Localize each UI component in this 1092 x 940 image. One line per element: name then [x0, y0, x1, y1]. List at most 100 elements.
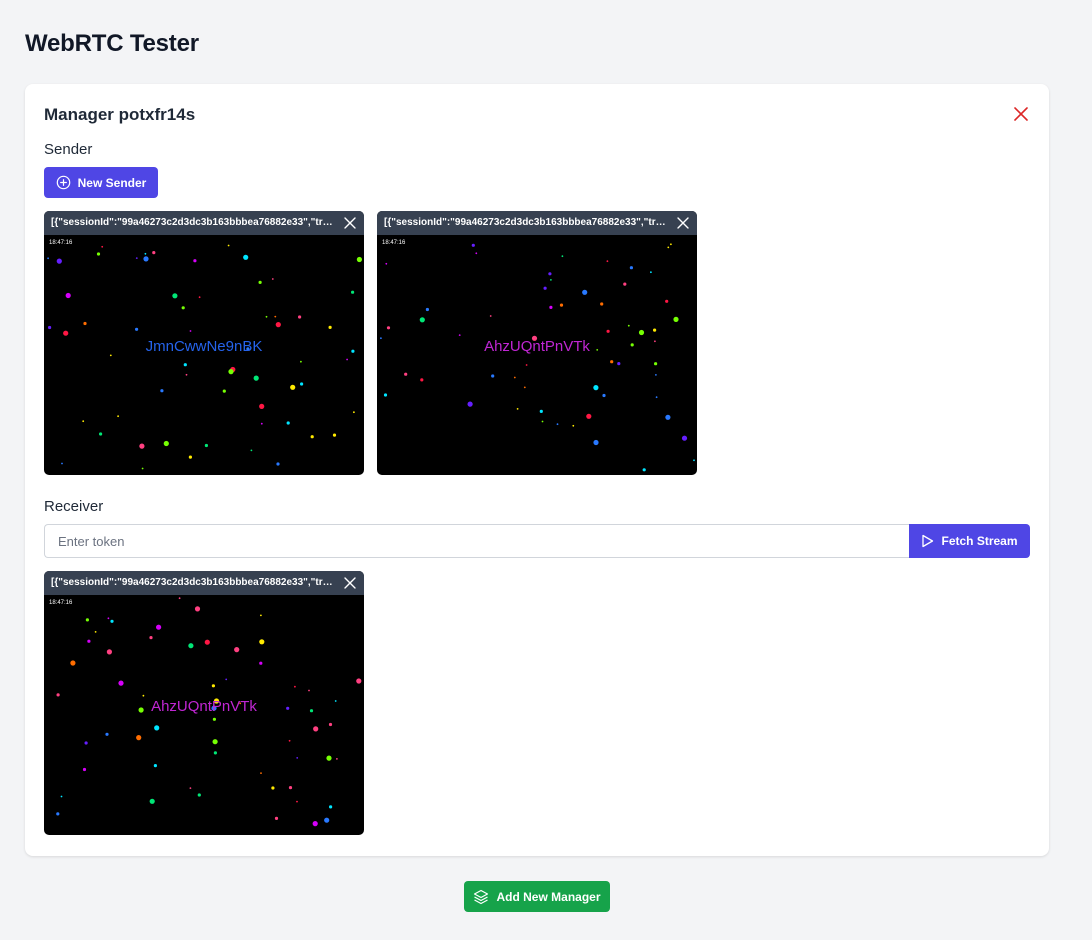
particle-dot [118, 680, 124, 686]
page-title: WebRTC Tester [25, 30, 199, 57]
particle-dot [665, 299, 669, 303]
particle-dot [693, 459, 695, 462]
particle-dot [681, 435, 688, 441]
fetch-stream-button[interactable]: Fetch Stream [909, 524, 1030, 558]
particle-dot [87, 639, 91, 643]
particle-dot [404, 372, 408, 376]
particle-dot [539, 409, 543, 413]
particle-dot [253, 375, 259, 381]
particle-dot [181, 306, 185, 310]
particle-dot [653, 328, 657, 332]
particle-dot [153, 764, 157, 768]
stream-header: [{"sessionId":"99a46273c2d3dc3b163bbbea7… [377, 211, 697, 235]
particle-dot [286, 421, 290, 425]
particle-dot [243, 254, 249, 260]
particle-dot [336, 758, 338, 760]
particle-dot [458, 334, 461, 336]
close-stream-icon[interactable] [344, 577, 356, 589]
particle-dot [61, 462, 63, 465]
add-new-manager-label: Add New Manager [496, 889, 601, 904]
video-frame [56, 597, 362, 827]
particle-dot [188, 455, 192, 459]
particle-dot [194, 606, 201, 612]
particle-dot [260, 614, 262, 617]
particle-dot [356, 678, 362, 684]
particle-dot [328, 722, 333, 727]
new-sender-button[interactable]: New Sender [44, 167, 158, 198]
stream-header: [{"sessionId":"99a46273c2d3dc3b163bbbea7… [44, 211, 364, 235]
particle-dot [83, 321, 87, 326]
particle-dot [673, 316, 679, 322]
add-new-manager-button[interactable]: Add New Manager [464, 881, 610, 912]
particle-dot [561, 255, 564, 258]
token-input[interactable] [44, 524, 909, 558]
particle-dot [56, 812, 60, 816]
particle-dot [550, 279, 552, 281]
particle-dot [260, 422, 263, 425]
particle-dot [60, 795, 63, 798]
particle-dot [198, 296, 201, 299]
close-stream-icon[interactable] [344, 217, 356, 229]
particle-dot [623, 282, 627, 286]
particle-dot [386, 326, 391, 330]
receiver-heading: Receiver [44, 498, 104, 515]
particle-dot [654, 362, 658, 366]
particle-dot [329, 805, 333, 809]
particle-dot [172, 293, 178, 299]
particle-dot [135, 327, 139, 331]
particle-dot [85, 618, 89, 622]
particle-dot [313, 726, 319, 732]
particle-dot [259, 403, 265, 409]
particle-dot [548, 272, 552, 276]
particle-dot [259, 661, 263, 665]
particle-dot [606, 260, 609, 263]
particle-dot [288, 786, 293, 790]
particle-dot [156, 624, 162, 630]
stream-header: [{"sessionId":"99a46273c2d3dc3b163bbbea7… [44, 571, 364, 595]
particle-dot [106, 649, 112, 655]
particle-dot [141, 467, 144, 470]
particle-dot [188, 643, 194, 649]
particle-dot [276, 462, 280, 466]
particle-dot [346, 358, 348, 361]
particle-dot [655, 396, 658, 399]
particle-dot [383, 393, 388, 397]
particle-dot [300, 360, 302, 363]
particle-dot [274, 315, 277, 318]
manager-title: Manager potxfr14s [44, 105, 196, 124]
particle-dot [642, 468, 646, 472]
particle-dot [259, 639, 265, 645]
particle-dot [70, 660, 76, 666]
particle-dot [298, 315, 302, 319]
close-manager-icon[interactable] [1013, 106, 1029, 122]
particle-dot [160, 389, 164, 393]
particle-dot [324, 817, 330, 823]
particle-dot [523, 386, 526, 389]
particle-dot [149, 636, 153, 640]
stream-timestamp: 18:47:16 [382, 240, 406, 246]
close-stream-icon[interactable] [677, 217, 689, 229]
particle-dot [629, 266, 633, 270]
particle-dot [582, 289, 588, 295]
particle-dot [665, 414, 671, 420]
particle-dot [260, 772, 262, 774]
particle-dot [135, 257, 138, 259]
particle-dot [294, 685, 296, 688]
particle-dot [556, 423, 559, 426]
particle-dot [105, 732, 109, 736]
particle-dot [312, 821, 318, 827]
particle-dot [667, 246, 670, 249]
particle-dot [99, 432, 103, 436]
particle-dot [290, 384, 296, 390]
particle-dot [185, 373, 188, 376]
particle-dot [491, 374, 495, 378]
particle-dot [274, 816, 279, 820]
particle-dot [670, 243, 672, 246]
particle-dot [48, 325, 52, 330]
particle-dot [602, 393, 606, 398]
particle-dot [82, 767, 87, 772]
video-frame [47, 244, 362, 470]
particle-dot [258, 280, 262, 284]
particle-dot [385, 262, 388, 265]
particle-dot [96, 252, 101, 256]
